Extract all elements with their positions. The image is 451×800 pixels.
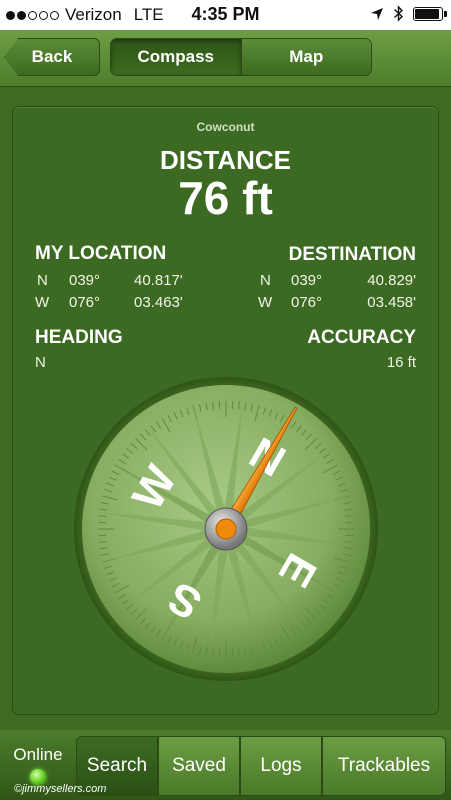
my-location-title: MY LOCATION xyxy=(35,243,167,264)
my-lat-deg: 039° xyxy=(69,272,101,289)
segment-map[interactable]: Map xyxy=(241,39,371,75)
back-button[interactable]: Back xyxy=(4,38,100,76)
tab-logs[interactable]: Logs xyxy=(240,736,322,796)
my-lat-min: 40.817' xyxy=(134,272,183,289)
dest-lon-dir: W xyxy=(258,294,273,311)
accuracy-title: ACCURACY xyxy=(307,327,416,348)
tab-trackables[interactable]: Trackables xyxy=(322,736,446,796)
dest-lon-min: 03.458' xyxy=(367,294,416,311)
destination-title: DESTINATION xyxy=(288,244,416,265)
location-arrow-icon xyxy=(371,7,383,20)
view-segmented-control: Compass Map xyxy=(110,38,372,76)
online-label: Online xyxy=(13,745,63,764)
compass-dial: N E S W xyxy=(74,377,378,681)
my-lon-deg: 076° xyxy=(69,294,101,311)
dest-lat-deg: 039° xyxy=(291,272,323,289)
navigation-bar: Back Compass Map xyxy=(0,30,451,87)
bluetooth-icon xyxy=(394,5,404,22)
compass-hub-center xyxy=(215,518,237,540)
status-right xyxy=(370,5,447,22)
status-bar: Verizon LTE 4:35 PM xyxy=(0,0,451,30)
distance-value: 76 ft xyxy=(178,172,273,224)
dest-lon-deg: 076° xyxy=(291,294,323,311)
watermark: ©jimmysellers.com xyxy=(14,783,107,795)
heading-value: N xyxy=(35,354,46,371)
tab-saved[interactable]: Saved xyxy=(158,736,240,796)
my-lon-min: 03.463' xyxy=(134,294,183,311)
accuracy-value: 16 ft xyxy=(386,354,416,371)
dest-lat-min: 40.829' xyxy=(367,272,416,289)
battery-icon xyxy=(413,6,447,21)
my-lat-dir: N xyxy=(37,272,48,289)
segment-compass[interactable]: Compass xyxy=(111,39,242,75)
dest-lat-dir: N xyxy=(260,272,271,289)
my-lon-dir: W xyxy=(35,294,50,311)
cache-name: Cowconut xyxy=(196,120,255,134)
heading-title: HEADING xyxy=(35,327,123,348)
